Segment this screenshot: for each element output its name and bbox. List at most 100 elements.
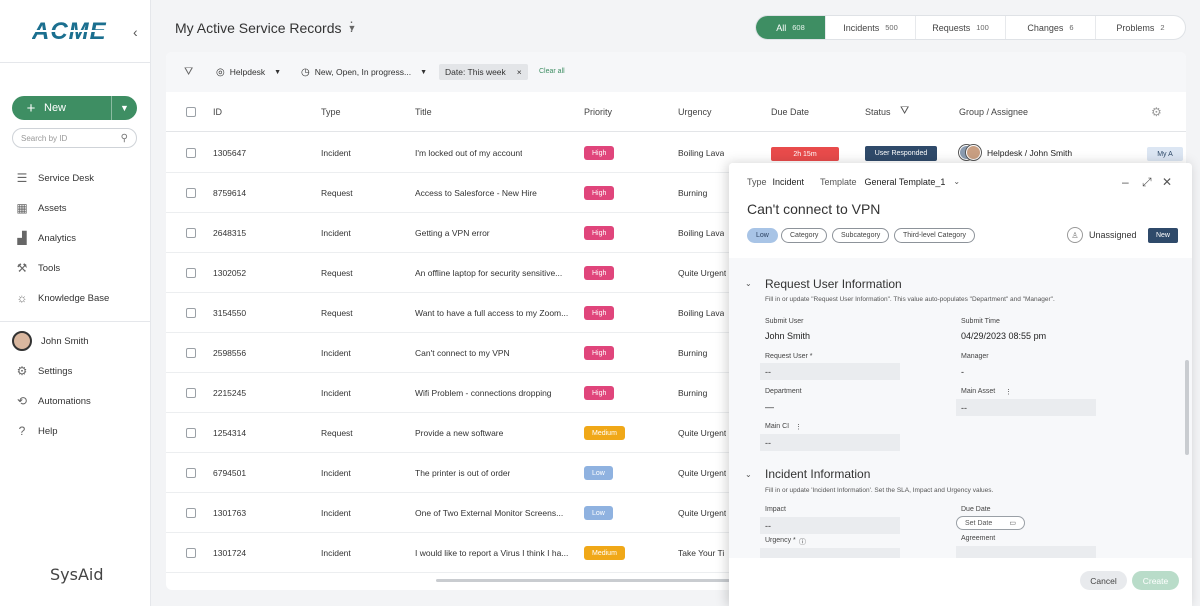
agreement-field[interactable] [956, 546, 1096, 558]
cancel-button[interactable]: Cancel [1080, 571, 1127, 590]
main-ci-field[interactable]: -- [760, 434, 900, 451]
cell-title[interactable]: Can't connect to my VPN [415, 348, 510, 358]
priority-chip[interactable]: Low [747, 228, 778, 243]
cell-title[interactable]: The printer is out of order [415, 468, 510, 478]
column-header-priority[interactable]: Priority [584, 107, 612, 117]
cell-id[interactable]: 8759614 [213, 188, 246, 198]
nav-help[interactable]: ? Help [15, 424, 58, 438]
column-header-type[interactable]: Type [321, 107, 341, 117]
cell-id[interactable]: 1301724 [213, 548, 246, 558]
record-title[interactable]: Can't connect to VPN [747, 201, 880, 217]
cell-title[interactable]: An offline laptop for security sensitive… [415, 268, 562, 278]
create-button[interactable]: Create [1132, 571, 1179, 590]
request-user-field[interactable]: -- [760, 363, 900, 380]
nav-service-desk[interactable]: ☰ Service Desk [15, 171, 94, 185]
chevron-down-icon[interactable]: ⌄ [745, 279, 752, 288]
acme-logo[interactable]: ACME [32, 18, 116, 44]
filter-icon[interactable]: ⛛ [184, 64, 193, 80]
tab-changes[interactable]: Changes 6 [1006, 16, 1096, 39]
column-header-due-date[interactable]: Due Date [771, 107, 809, 117]
horizontal-scrollbar[interactable] [436, 579, 736, 582]
date-filter[interactable]: Date: This week × [439, 64, 528, 80]
row-checkbox[interactable] [186, 268, 196, 278]
cell-title[interactable]: Wifi Problem - connections dropping [415, 388, 552, 398]
nav-analytics[interactable]: ▟ Analytics [15, 231, 76, 245]
main-asset-field[interactable]: -- [956, 399, 1096, 416]
row-checkbox[interactable] [186, 188, 196, 198]
search-icon[interactable]: ⚲ [121, 133, 128, 144]
more-options-icon[interactable]: ⋮ [345, 19, 358, 35]
minimize-icon[interactable]: – [1122, 175, 1129, 189]
cell-id[interactable]: 1254314 [213, 428, 246, 438]
column-header-urgency[interactable]: Urgency [678, 107, 712, 117]
subcategory-chip[interactable]: Subcategory [832, 228, 890, 243]
cell-title[interactable]: Provide a new software [415, 428, 503, 438]
row-checkbox[interactable] [186, 388, 196, 398]
helpdesk-filter[interactable]: ◎ Helpdesk ▼ [216, 64, 281, 80]
new-dropdown-icon[interactable]: ▼ [111, 96, 137, 120]
vertical-scrollbar[interactable] [1185, 360, 1189, 455]
row-checkbox[interactable] [186, 348, 196, 358]
tab-incidents[interactable]: Incidents 500 [826, 16, 916, 39]
due-date-picker[interactable]: Set Date ▭ [956, 516, 1025, 530]
nav-automations[interactable]: ⟲ Automations [15, 394, 91, 408]
nav-settings[interactable]: ⚙ Settings [15, 364, 73, 378]
cell-id[interactable]: 1302052 [213, 268, 246, 278]
nav-tools[interactable]: ⚒ Tools [15, 261, 61, 275]
table-settings-gear-icon[interactable]: ⚙ [1151, 105, 1162, 119]
column-header-id[interactable]: ID [213, 107, 222, 117]
assignee-selector[interactable]: ♙ Unassigned [1067, 227, 1137, 243]
tab-all[interactable]: All 608 [756, 16, 826, 39]
cell-title[interactable]: Want to have a full access to my Zoom... [415, 308, 568, 318]
nav-knowledge-base[interactable]: ☼ Knowledge Base [15, 291, 110, 305]
expand-icon[interactable]: ⤢ [1142, 175, 1152, 190]
row-checkbox[interactable] [186, 148, 196, 158]
row-checkbox[interactable] [186, 228, 196, 238]
cell-title[interactable]: Access to Salesforce - New Hire [415, 188, 537, 198]
status-filter-icon[interactable]: ⛛ [900, 105, 909, 118]
column-header-title[interactable]: Title [415, 107, 432, 117]
cell-id[interactable]: 2648315 [213, 228, 246, 238]
cell-title[interactable]: One of Two External Monitor Screens... [415, 508, 563, 518]
template-selector[interactable]: Template General Template_1 ⌄ [820, 177, 960, 187]
status-badge[interactable]: New [1148, 228, 1178, 243]
cell-title[interactable]: I'm locked out of my account [415, 148, 522, 158]
collapse-sidebar-icon[interactable]: ‹ [133, 24, 138, 40]
cell-id[interactable]: 6794501 [213, 468, 246, 478]
row-checkbox[interactable] [186, 428, 196, 438]
cell-id[interactable]: 1301763 [213, 508, 246, 518]
status-filter[interactable]: ◷ New, Open, In progress... ▼ [301, 64, 427, 80]
select-all-checkbox[interactable] [186, 107, 196, 117]
row-checkbox[interactable] [186, 468, 196, 478]
group-assignee[interactable]: Helpdesk / John Smith [959, 145, 1072, 160]
cell-title[interactable]: I would like to report a Virus I think I… [415, 548, 568, 558]
close-icon[interactable]: × [517, 67, 522, 77]
search-by-id-input[interactable]: Search by ID ⚲ [12, 128, 137, 148]
chevron-down-icon[interactable]: ⌄ [745, 470, 752, 479]
page-title[interactable]: My Active Service Records ▼ [175, 20, 356, 36]
third-level-category-chip[interactable]: Third-level Category [894, 228, 976, 243]
cell-id[interactable]: 2598556 [213, 348, 246, 358]
nav-assets[interactable]: ▦ Assets [15, 201, 66, 215]
row-checkbox[interactable] [186, 548, 196, 558]
tab-requests[interactable]: Requests 100 [916, 16, 1006, 39]
nav-user-profile[interactable]: John Smith [12, 331, 89, 351]
row-checkbox[interactable] [186, 508, 196, 518]
cell-id[interactable]: 2215245 [213, 388, 246, 398]
cell-id[interactable]: 3154550 [213, 308, 246, 318]
more-options-icon[interactable]: ⋮ [1005, 388, 1012, 396]
tab-problems[interactable]: Problems 2 [1096, 16, 1185, 39]
row-checkbox[interactable] [186, 308, 196, 318]
column-header-group-assignee[interactable]: Group / Assignee [959, 107, 1028, 117]
impact-field[interactable]: -- [760, 517, 900, 534]
close-icon[interactable]: ✕ [1162, 175, 1172, 189]
urgency-field[interactable] [760, 548, 900, 558]
cell-title[interactable]: Getting a VPN error [415, 228, 490, 238]
column-header-status[interactable]: Status [865, 107, 891, 117]
new-button[interactable]: + New ▼ [12, 96, 137, 120]
category-chip[interactable]: Category [781, 228, 828, 243]
cell-id[interactable]: 1305647 [213, 148, 246, 158]
more-options-icon[interactable]: ⋮ [795, 423, 802, 431]
info-icon[interactable]: ⓘ [799, 537, 806, 547]
clear-all-link[interactable]: Clear all [539, 68, 565, 75]
